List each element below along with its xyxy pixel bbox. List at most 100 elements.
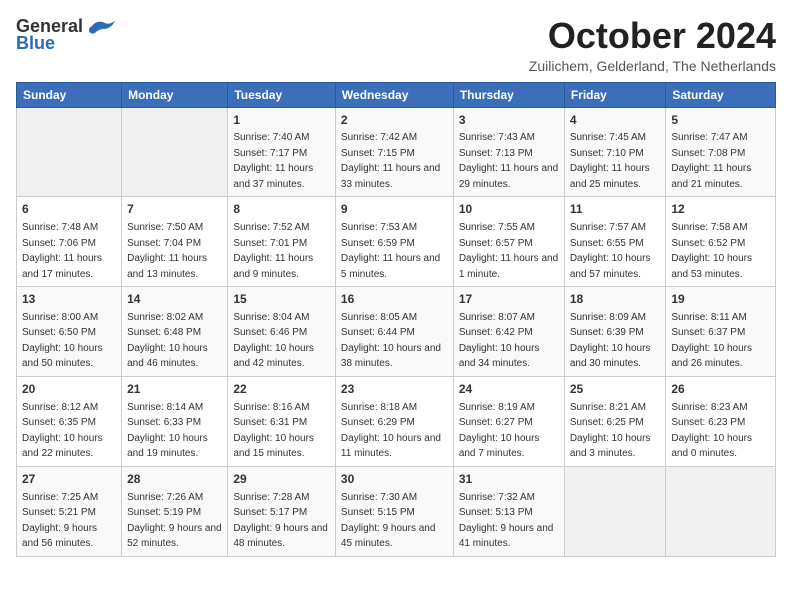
week-row-5: 27 Sunrise: 7:25 AMSunset: 5:21 PMDayligh… — [17, 466, 776, 556]
weekday-header-thursday: Thursday — [453, 82, 564, 107]
calendar-cell: 19 Sunrise: 8:11 AMSunset: 6:37 PMDayligh… — [666, 287, 776, 377]
weekday-header-tuesday: Tuesday — [228, 82, 336, 107]
day-number: 1 — [233, 112, 330, 129]
calendar-cell: 11Sunrise: 7:57 AMSunset: 6:55 PMDayligh… — [564, 197, 666, 287]
day-info: Sunrise: 7:53 AMSunset: 6:59 PMDaylight:… — [341, 222, 440, 280]
week-row-1: 1 Sunrise: 7:40 AMSunset: 7:17 PMDaylight… — [17, 107, 776, 197]
day-number: 27 — [22, 471, 116, 488]
day-number: 26 — [671, 381, 770, 398]
title-section: October 2024 Zuilichem, Gelderland, The … — [529, 16, 776, 74]
calendar-cell: 15Sunrise: 8:04 AMSunset: 6:46 PMDayligh… — [228, 287, 336, 377]
day-info: Sunrise: 7:50 AMSunset: 7:04 PMDaylight:… — [127, 222, 207, 280]
day-number: 14 — [127, 291, 222, 308]
calendar-cell: 8 Sunrise: 7:52 AMSunset: 7:01 PMDaylight… — [228, 197, 336, 287]
calendar-cell: 6Sunrise: 7:48 AMSunset: 7:06 PMDaylight… — [17, 197, 122, 287]
day-info: Sunrise: 7:55 AMSunset: 6:57 PMDaylight:… — [459, 222, 558, 280]
day-info: Sunrise: 8:14 AMSunset: 6:33 PMDaylight:… — [127, 402, 208, 460]
day-info: Sunrise: 7:43 AMSunset: 7:13 PMDaylight:… — [459, 132, 558, 190]
day-info: Sunrise: 8:12 AMSunset: 6:35 PMDaylight:… — [22, 402, 103, 460]
calendar-cell: 13 Sunrise: 8:00 AMSunset: 6:50 PMDayligh… — [17, 287, 122, 377]
calendar-cell: 10 Sunrise: 7:55 AMSunset: 6:57 PMDayligh… — [453, 197, 564, 287]
day-number: 13 — [22, 291, 116, 308]
calendar-cell: 25 Sunrise: 8:21 AMSunset: 6:25 PMDayligh… — [564, 376, 666, 466]
day-info: Sunrise: 7:45 AMSunset: 7:10 PMDaylight:… — [570, 132, 650, 190]
day-info: Sunrise: 7:48 AMSunset: 7:06 PMDaylight:… — [22, 222, 102, 280]
calendar-cell: 27 Sunrise: 7:25 AMSunset: 5:21 PMDayligh… — [17, 466, 122, 556]
week-row-4: 20 Sunrise: 8:12 AMSunset: 6:35 PMDayligh… — [17, 376, 776, 466]
calendar-cell — [122, 107, 228, 197]
calendar-cell: 17 Sunrise: 8:07 AMSunset: 6:42 PMDayligh… — [453, 287, 564, 377]
weekday-header-monday: Monday — [122, 82, 228, 107]
day-number: 10 — [459, 201, 559, 218]
calendar-cell: 24 Sunrise: 8:19 AMSunset: 6:27 PMDayligh… — [453, 376, 564, 466]
week-row-2: 6Sunrise: 7:48 AMSunset: 7:06 PMDaylight… — [17, 197, 776, 287]
day-info: Sunrise: 8:11 AMSunset: 6:37 PMDaylight:… — [671, 312, 752, 370]
day-info: Sunrise: 8:16 AMSunset: 6:31 PMDaylight:… — [233, 402, 314, 460]
calendar-cell: 21 Sunrise: 8:14 AMSunset: 6:33 PMDayligh… — [122, 376, 228, 466]
calendar-cell: 22 Sunrise: 8:16 AMSunset: 6:31 PMDayligh… — [228, 376, 336, 466]
day-info: Sunrise: 8:00 AMSunset: 6:50 PMDaylight:… — [22, 312, 103, 370]
day-info: Sunrise: 7:25 AMSunset: 5:21 PMDaylight:… — [22, 492, 98, 550]
calendar-cell: 4 Sunrise: 7:45 AMSunset: 7:10 PMDaylight… — [564, 107, 666, 197]
calendar-cell: 31 Sunrise: 7:32 AMSunset: 5:13 PMDayligh… — [453, 466, 564, 556]
day-info: Sunrise: 8:09 AMSunset: 6:39 PMDaylight:… — [570, 312, 651, 370]
day-number: 3 — [459, 112, 559, 129]
day-number: 9 — [341, 201, 448, 218]
calendar-cell: 5 Sunrise: 7:47 AMSunset: 7:08 PMDaylight… — [666, 107, 776, 197]
day-info: Sunrise: 8:02 AMSunset: 6:48 PMDaylight:… — [127, 312, 208, 370]
calendar-cell: 18Sunrise: 8:09 AMSunset: 6:39 PMDayligh… — [564, 287, 666, 377]
day-info: Sunrise: 7:58 AMSunset: 6:52 PMDaylight:… — [671, 222, 752, 280]
day-number: 20 — [22, 381, 116, 398]
day-info: Sunrise: 7:40 AMSunset: 7:17 PMDaylight:… — [233, 132, 313, 190]
calendar-cell: 1 Sunrise: 7:40 AMSunset: 7:17 PMDaylight… — [228, 107, 336, 197]
month-title: October 2024 — [529, 16, 776, 56]
weekday-header-sunday: Sunday — [17, 82, 122, 107]
day-number: 19 — [671, 291, 770, 308]
day-number: 23 — [341, 381, 448, 398]
calendar-cell: 20 Sunrise: 8:12 AMSunset: 6:35 PMDayligh… — [17, 376, 122, 466]
day-info: Sunrise: 7:26 AMSunset: 5:19 PMDaylight:… — [127, 492, 222, 550]
day-number: 30 — [341, 471, 448, 488]
calendar-cell — [666, 466, 776, 556]
calendar-cell: 26 Sunrise: 8:23 AMSunset: 6:23 PMDayligh… — [666, 376, 776, 466]
calendar-cell: 23 Sunrise: 8:18 AMSunset: 6:29 PMDayligh… — [335, 376, 453, 466]
day-number: 17 — [459, 291, 559, 308]
day-info: Sunrise: 8:18 AMSunset: 6:29 PMDaylight:… — [341, 402, 441, 460]
calendar-table: SundayMondayTuesdayWednesdayThursdayFrid… — [16, 82, 776, 557]
calendar-cell: 16Sunrise: 8:05 AMSunset: 6:44 PMDayligh… — [335, 287, 453, 377]
calendar-cell: 12Sunrise: 7:58 AMSunset: 6:52 PMDayligh… — [666, 197, 776, 287]
day-number: 5 — [671, 112, 770, 129]
day-info: Sunrise: 8:04 AMSunset: 6:46 PMDaylight:… — [233, 312, 314, 370]
calendar-cell: 28Sunrise: 7:26 AMSunset: 5:19 PMDayligh… — [122, 466, 228, 556]
day-number: 31 — [459, 471, 559, 488]
calendar-cell — [564, 466, 666, 556]
week-row-3: 13 Sunrise: 8:00 AMSunset: 6:50 PMDayligh… — [17, 287, 776, 377]
calendar-cell — [17, 107, 122, 197]
logo-blue-text: Blue — [16, 33, 55, 54]
day-info: Sunrise: 7:30 AMSunset: 5:15 PMDaylight:… — [341, 492, 436, 550]
calendar-cell: 9 Sunrise: 7:53 AMSunset: 6:59 PMDaylight… — [335, 197, 453, 287]
logo-bird-icon — [87, 17, 115, 37]
day-number: 16 — [341, 291, 448, 308]
day-info: Sunrise: 7:52 AMSunset: 7:01 PMDaylight:… — [233, 222, 313, 280]
weekday-header-wednesday: Wednesday — [335, 82, 453, 107]
page-header: General Blue October 2024 Zuilichem, Gel… — [16, 16, 776, 74]
logo: General Blue — [16, 16, 115, 54]
day-info: Sunrise: 7:42 AMSunset: 7:15 PMDaylight:… — [341, 132, 440, 190]
day-info: Sunrise: 8:07 AMSunset: 6:42 PMDaylight:… — [459, 312, 540, 370]
calendar-cell: 7Sunrise: 7:50 AMSunset: 7:04 PMDaylight… — [122, 197, 228, 287]
day-info: Sunrise: 8:21 AMSunset: 6:25 PMDaylight:… — [570, 402, 651, 460]
day-number: 25 — [570, 381, 661, 398]
day-number: 8 — [233, 201, 330, 218]
day-info: Sunrise: 7:28 AMSunset: 5:17 PMDaylight:… — [233, 492, 328, 550]
day-info: Sunrise: 7:47 AMSunset: 7:08 PMDaylight:… — [671, 132, 751, 190]
day-number: 29 — [233, 471, 330, 488]
day-info: Sunrise: 7:32 AMSunset: 5:13 PMDaylight:… — [459, 492, 554, 550]
calendar-cell: 29 Sunrise: 7:28 AMSunset: 5:17 PMDayligh… — [228, 466, 336, 556]
day-number: 24 — [459, 381, 559, 398]
day-number: 4 — [570, 112, 661, 129]
day-number: 22 — [233, 381, 330, 398]
day-info: Sunrise: 8:23 AMSunset: 6:23 PMDaylight:… — [671, 402, 752, 460]
day-info: Sunrise: 8:19 AMSunset: 6:27 PMDaylight:… — [459, 402, 540, 460]
day-number: 21 — [127, 381, 222, 398]
